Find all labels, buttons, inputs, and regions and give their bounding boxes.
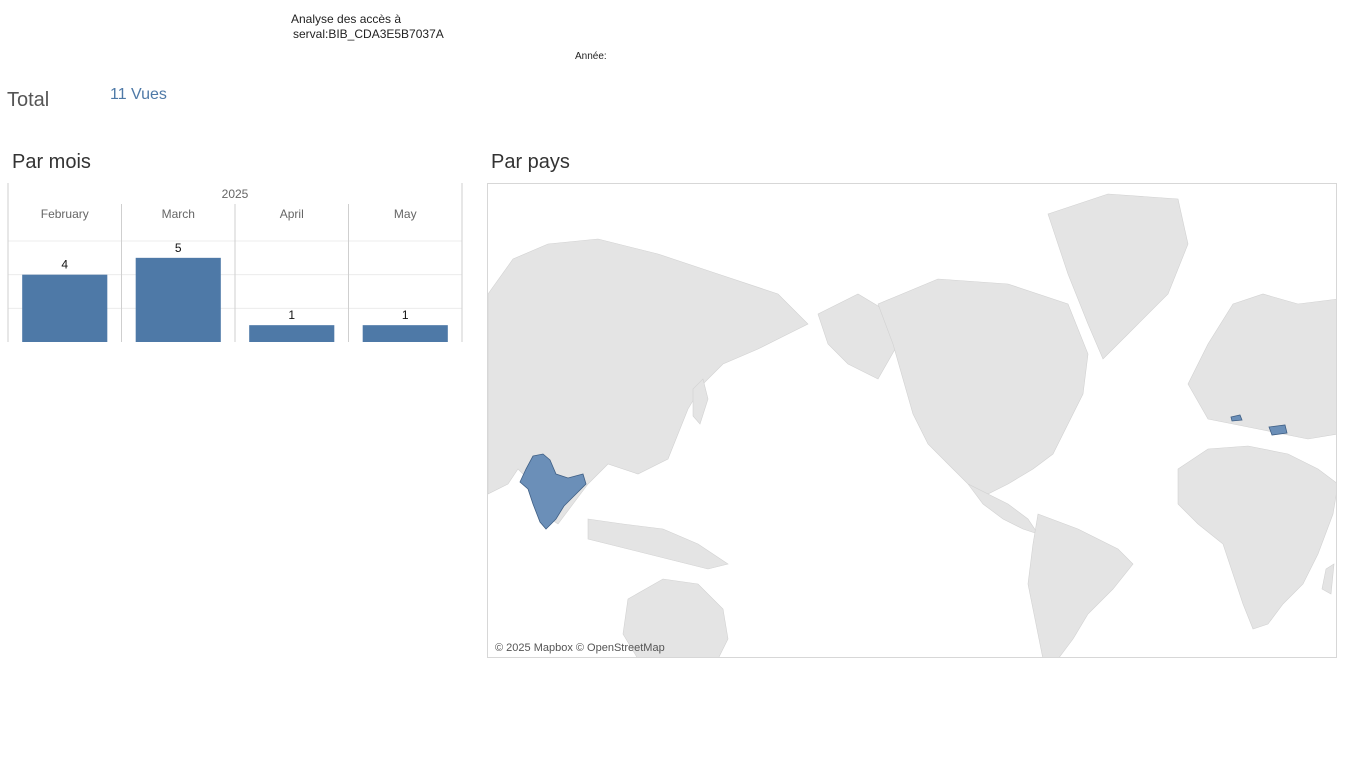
month-label-april: April	[280, 207, 304, 221]
europe-landmass	[1187, 293, 1336, 440]
southeast-asia-islands	[587, 518, 729, 570]
bar-march[interactable]	[135, 257, 221, 342]
month-label-february: February	[41, 207, 89, 221]
bar-april[interactable]	[249, 325, 335, 342]
map-attribution[interactable]: © 2025 Mapbox © OpenStreetMap	[495, 642, 665, 654]
total-views-value: 11 Vues	[110, 86, 167, 103]
report-title-line1: Analyse des accès à	[291, 12, 402, 26]
report-title-line2: serval:BIB_CDA3E5B7037A	[293, 27, 444, 41]
africa-landmass	[1177, 445, 1336, 630]
year-filter-label[interactable]: Année:	[575, 51, 607, 62]
world-map[interactable]	[488, 184, 1337, 658]
south-america-landmass	[1027, 513, 1134, 657]
data-label-february: 4	[61, 258, 68, 272]
madagascar-landmass	[1321, 563, 1335, 595]
months-section-heading: Par mois	[12, 151, 91, 173]
bar-february[interactable]	[22, 274, 108, 342]
country-map-panel[interactable]: © 2025 Mapbox © OpenStreetMap	[487, 183, 1337, 658]
year-header: 2025	[222, 187, 249, 201]
data-label-may: 1	[402, 308, 409, 322]
month-label-march: March	[162, 207, 195, 221]
data-label-april: 1	[288, 308, 295, 322]
countries-section-heading: Par pays	[491, 151, 570, 173]
monthly-views-bar-chart[interactable]: 2025 February 4 March 5 April 1 May 1	[0, 176, 470, 348]
north-america-landmass	[877, 278, 1089, 495]
bulgaria-region[interactable]	[1268, 424, 1288, 436]
bar-may[interactable]	[362, 325, 448, 342]
data-label-march: 5	[175, 241, 182, 255]
total-label: Total	[7, 89, 50, 111]
central-america-landmass	[967, 483, 1039, 535]
land-masses	[488, 193, 1336, 657]
month-label-may: May	[394, 207, 417, 221]
